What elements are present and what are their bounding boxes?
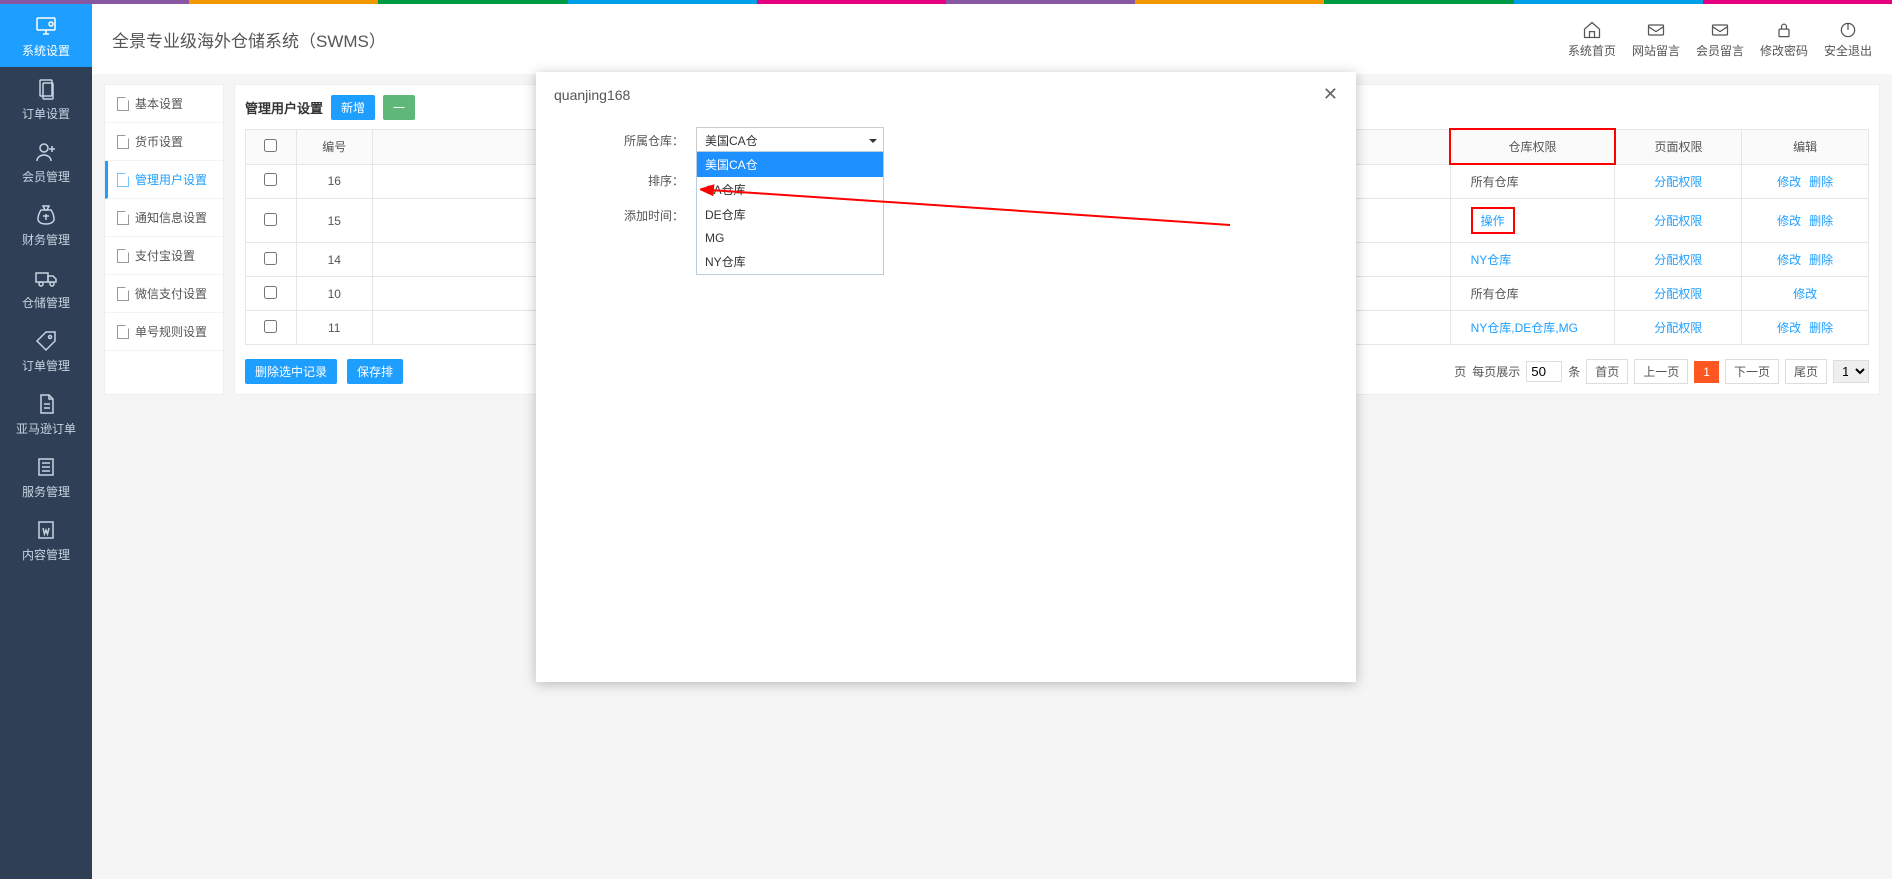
- warehouse-dropdown: 美国CA仓CA仓库DE仓库MGNY仓库: [696, 151, 884, 275]
- dropdown-option[interactable]: MG: [697, 227, 883, 249]
- warehouse-select[interactable]: 美国CA仓: [696, 127, 884, 154]
- modal-body: 所属仓库： 美国CA仓 美国CA仓CA仓库DE仓库MGNY仓库 排序： 添加时间…: [536, 117, 1356, 277]
- modal-header: quanjing168 ✕: [536, 72, 1356, 117]
- dropdown-option[interactable]: CA仓库: [697, 177, 883, 202]
- label-addtime: 添加时间：: [576, 207, 696, 224]
- dropdown-option[interactable]: 美国CA仓: [697, 152, 883, 177]
- dropdown-option[interactable]: NY仓库: [697, 249, 883, 274]
- dropdown-option[interactable]: DE仓库: [697, 202, 883, 227]
- modal-dialog: quanjing168 ✕ 所属仓库： 美国CA仓 美国CA仓CA仓库DE仓库M…: [536, 72, 1356, 682]
- label-warehouse: 所属仓库：: [576, 132, 696, 149]
- close-icon[interactable]: ✕: [1323, 84, 1338, 105]
- label-sort: 排序：: [576, 172, 696, 189]
- modal-title: quanjing168: [554, 87, 630, 103]
